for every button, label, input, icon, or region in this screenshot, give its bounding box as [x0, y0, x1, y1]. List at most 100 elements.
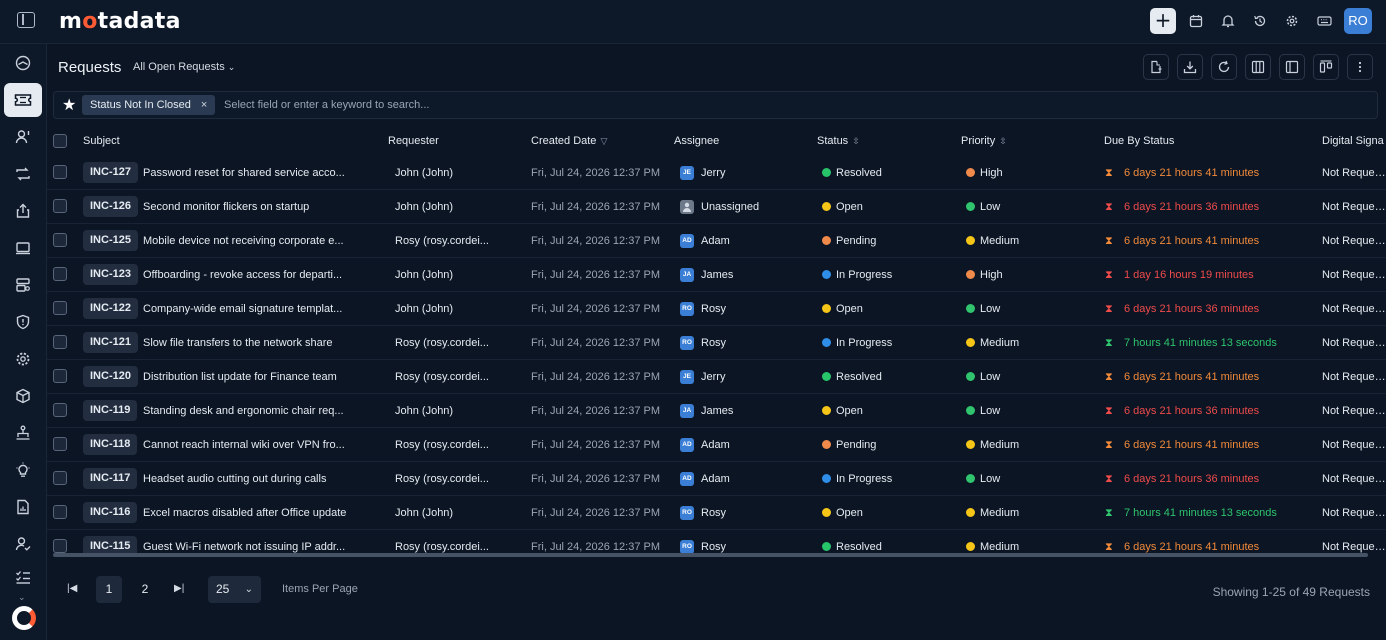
view-selector[interactable]: All Open Requests ⌄: [133, 61, 235, 73]
table-row[interactable]: INC-116 Excel macros disabled after Offi…: [47, 496, 1386, 530]
row-checkbox[interactable]: [53, 369, 67, 383]
priority-label[interactable]: High: [980, 167, 1090, 179]
request-subject[interactable]: Second monitor flickers on startup: [143, 201, 358, 213]
column-priority[interactable]: Priority ⇳: [961, 135, 1007, 147]
request-id-badge[interactable]: INC-122: [83, 298, 138, 319]
status-label[interactable]: Resolved: [836, 541, 946, 553]
row-checkbox[interactable]: [53, 301, 67, 315]
table-row[interactable]: INC-117 Headset audio cutting out during…: [47, 462, 1386, 496]
status-label[interactable]: Resolved: [836, 371, 946, 383]
row-checkbox[interactable]: [53, 471, 67, 485]
row-checkbox[interactable]: [53, 165, 67, 179]
request-subject[interactable]: Standing desk and ergonomic chair req...: [143, 405, 358, 417]
page-1-button[interactable]: 1: [96, 576, 122, 603]
column-subject[interactable]: Subject: [83, 135, 120, 147]
table-row[interactable]: INC-121 Slow file transfers to the netwo…: [47, 326, 1386, 360]
first-page-icon[interactable]: |◀: [67, 583, 77, 594]
request-subject[interactable]: Offboarding - revoke access for departi.…: [143, 269, 358, 281]
column-due-by-status[interactable]: Due By Status: [1104, 135, 1174, 147]
security-icon[interactable]: [4, 305, 42, 339]
priority-label[interactable]: Low: [980, 473, 1090, 485]
request-subject[interactable]: Guest Wi-Fi network not issuing IP addr.…: [143, 541, 358, 553]
priority-label[interactable]: Low: [980, 405, 1090, 417]
request-subject[interactable]: Slow file transfers to the network share: [143, 337, 358, 349]
idea-icon[interactable]: [4, 453, 42, 487]
columns-icon[interactable]: [1245, 54, 1271, 80]
ticket-icon[interactable]: [4, 83, 42, 117]
user-avatar[interactable]: RO: [1344, 8, 1372, 34]
sort-desc-icon[interactable]: ▽: [600, 136, 607, 146]
priority-label[interactable]: Medium: [980, 439, 1090, 451]
cmdb-icon[interactable]: [4, 268, 42, 302]
chevron-down-icon[interactable]: ⌄: [18, 592, 26, 603]
status-label[interactable]: Open: [836, 507, 946, 519]
select-all-checkbox[interactable]: [53, 134, 67, 148]
table-row[interactable]: INC-125 Mobile device not receiving corp…: [47, 224, 1386, 258]
request-subject[interactable]: Password reset for shared service acco..…: [143, 167, 358, 179]
priority-label[interactable]: Medium: [980, 337, 1090, 349]
export-icon[interactable]: [1143, 54, 1169, 80]
sidebar-toggle-icon[interactable]: [17, 12, 35, 28]
horizontal-scrollbar[interactable]: [53, 553, 1368, 557]
request-subject[interactable]: Mobile device not receiving corporate e.…: [143, 235, 358, 247]
priority-label[interactable]: Medium: [980, 507, 1090, 519]
column-created-date[interactable]: Created Date ▽: [531, 135, 607, 147]
create-button[interactable]: +: [1150, 8, 1176, 34]
search-input[interactable]: [224, 92, 1364, 118]
request-subject[interactable]: Excel macros disabled after Office updat…: [143, 507, 358, 519]
last-page-icon[interactable]: ▶|: [174, 583, 184, 594]
close-icon[interactable]: ×: [201, 99, 207, 111]
request-id-badge[interactable]: INC-126: [83, 196, 138, 217]
asset-icon[interactable]: [4, 231, 42, 265]
request-subject[interactable]: Distribution list update for Finance tea…: [143, 371, 358, 383]
page-2-button[interactable]: 2: [132, 576, 158, 603]
row-checkbox[interactable]: [53, 233, 67, 247]
table-row[interactable]: INC-127 Password reset for shared servic…: [47, 156, 1386, 190]
report-icon[interactable]: [4, 490, 42, 524]
download-icon[interactable]: [1177, 54, 1203, 80]
status-label[interactable]: Pending: [836, 439, 946, 451]
sort-icon[interactable]: ⇳: [999, 136, 1007, 146]
sort-icon[interactable]: ⇳: [852, 136, 860, 146]
filter-chip[interactable]: Status Not In Closed ×: [82, 95, 216, 115]
status-label[interactable]: Open: [836, 405, 946, 417]
keyboard-icon[interactable]: [1312, 9, 1336, 33]
row-checkbox[interactable]: [53, 335, 67, 349]
row-checkbox[interactable]: [53, 505, 67, 519]
checklist-icon[interactable]: [4, 560, 42, 594]
row-checkbox[interactable]: [53, 437, 67, 451]
user-check-icon[interactable]: [4, 527, 42, 561]
row-checkbox[interactable]: [53, 539, 67, 553]
request-id-badge[interactable]: INC-117: [83, 468, 138, 489]
request-id-badge[interactable]: INC-127: [83, 162, 138, 183]
column-status[interactable]: Status ⇳: [817, 135, 860, 147]
priority-label[interactable]: Low: [980, 371, 1090, 383]
table-row[interactable]: INC-120 Distribution list update for Fin…: [47, 360, 1386, 394]
status-label[interactable]: Open: [836, 303, 946, 315]
column-assignee[interactable]: Assignee: [674, 135, 719, 147]
change-icon[interactable]: [4, 157, 42, 191]
settings-cog-icon[interactable]: [4, 342, 42, 376]
status-label[interactable]: Open: [836, 201, 946, 213]
table-row[interactable]: INC-118 Cannot reach internal wiki over …: [47, 428, 1386, 462]
status-label[interactable]: In Progress: [836, 473, 946, 485]
table-row[interactable]: INC-123 Offboarding - revoke access for …: [47, 258, 1386, 292]
dashboard-icon[interactable]: [4, 46, 42, 80]
priority-label[interactable]: Low: [980, 303, 1090, 315]
more-options-icon[interactable]: [1347, 54, 1373, 80]
package-icon[interactable]: [4, 379, 42, 413]
hierarchy-icon[interactable]: [4, 416, 42, 450]
table-row[interactable]: INC-126 Second monitor flickers on start…: [47, 190, 1386, 224]
request-subject[interactable]: Cannot reach internal wiki over VPN fro.…: [143, 439, 358, 451]
column-requester[interactable]: Requester: [388, 135, 439, 147]
priority-label[interactable]: High: [980, 269, 1090, 281]
request-id-badge[interactable]: INC-121: [83, 332, 138, 353]
calendar-icon[interactable]: [1184, 9, 1208, 33]
request-id-badge[interactable]: INC-125: [83, 230, 138, 251]
status-label[interactable]: In Progress: [836, 337, 946, 349]
request-subject[interactable]: Headset audio cutting out during calls: [143, 473, 358, 485]
request-id-badge[interactable]: INC-116: [83, 502, 138, 523]
priority-label[interactable]: Medium: [980, 541, 1090, 553]
history-icon[interactable]: [1248, 9, 1272, 33]
request-id-badge[interactable]: INC-119: [83, 400, 138, 421]
